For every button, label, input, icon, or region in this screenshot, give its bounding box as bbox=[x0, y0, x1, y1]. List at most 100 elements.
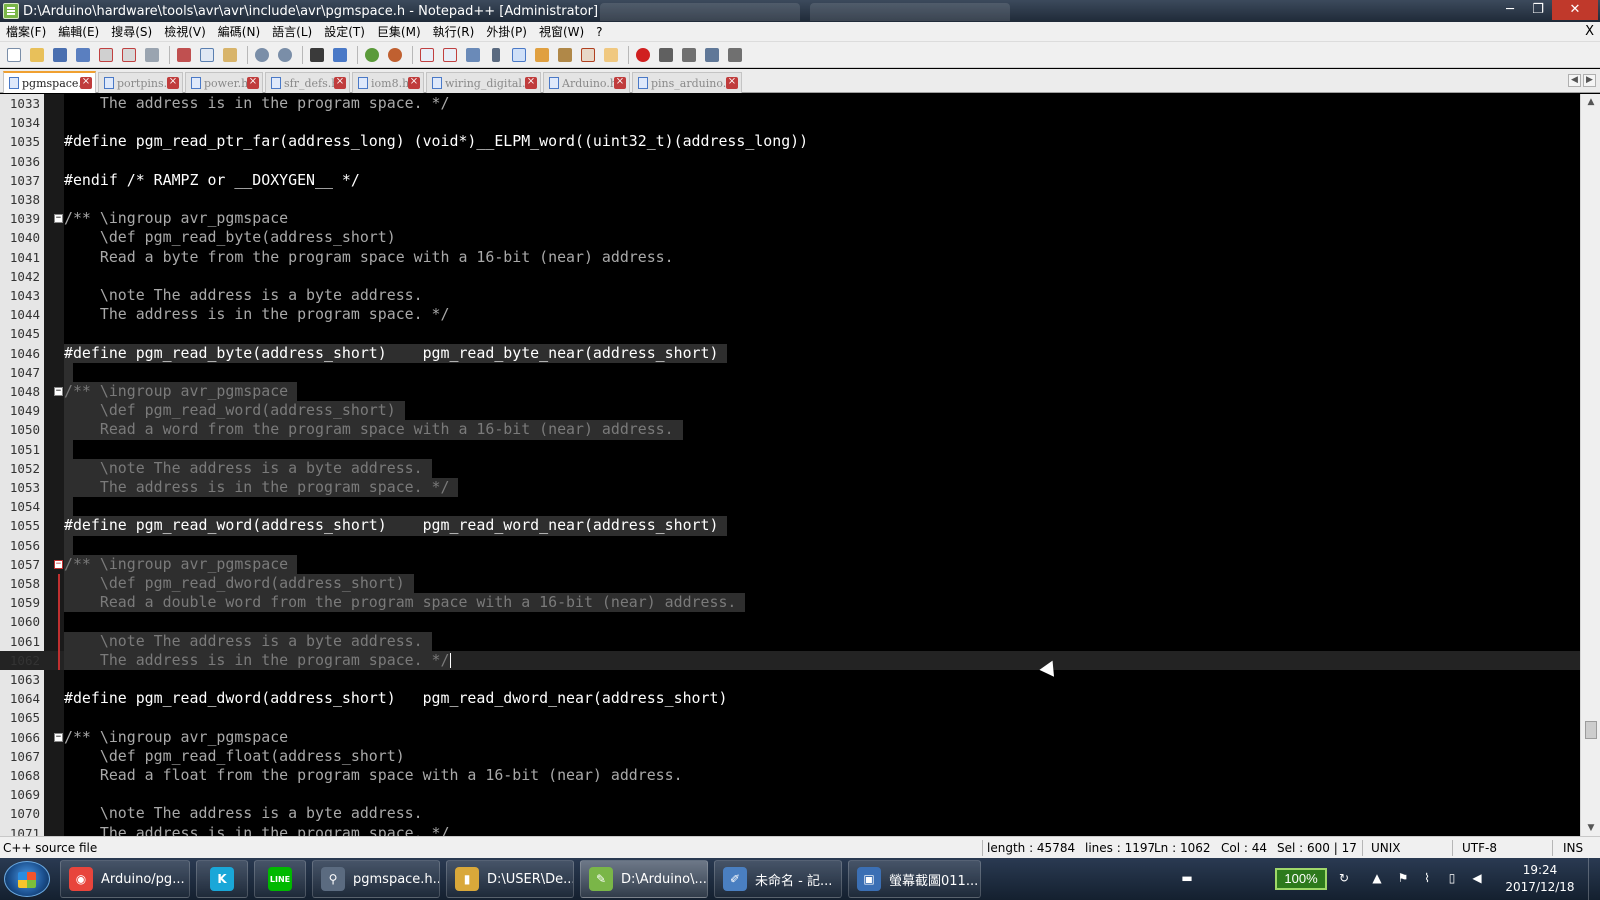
copy-icon[interactable] bbox=[197, 45, 217, 65]
menu-encoding[interactable]: 編碼(N) bbox=[212, 22, 266, 42]
sync-vertical-icon[interactable] bbox=[417, 45, 437, 65]
minimize-button[interactable]: ─ bbox=[1496, 0, 1524, 20]
close-all-icon[interactable] bbox=[119, 45, 139, 65]
taskbar-item-notepad[interactable]: ✐ 未命名 - 記... bbox=[714, 860, 842, 898]
tab-wiring-digital[interactable]: wiring_digital.c × bbox=[426, 72, 541, 93]
code-line[interactable]: 1037 #endif /* RAMPZ or __DOXYGEN__ */ bbox=[0, 171, 1580, 190]
close-document-button[interactable]: X bbox=[1585, 22, 1594, 42]
play-macro-icon[interactable] bbox=[679, 45, 699, 65]
menu-plugins[interactable]: 外掛(P) bbox=[480, 22, 533, 42]
menu-macro[interactable]: 巨集(M) bbox=[371, 22, 427, 42]
scrollbar-thumb[interactable] bbox=[1585, 721, 1597, 739]
code-line[interactable]: 1041 Read a byte from the program space … bbox=[0, 248, 1580, 267]
replace-icon[interactable] bbox=[330, 45, 350, 65]
code-line[interactable]: 1033 The address is in the program space… bbox=[0, 94, 1580, 113]
code-line[interactable]: 1044 The address is in the program space… bbox=[0, 305, 1580, 324]
tab-pins-arduino[interactable]: pins_arduino.h × bbox=[632, 72, 742, 93]
new-file-icon[interactable] bbox=[4, 45, 24, 65]
code-line[interactable]: 1035 #define pgm_read_ptr_far(address_lon… bbox=[0, 132, 1580, 151]
paste-icon[interactable] bbox=[220, 45, 240, 65]
code-line[interactable]: 1040 \def pgm_read_byte(address_short) bbox=[0, 228, 1580, 247]
taskbar-item-chrome[interactable]: ◉ Arduino/pg... bbox=[60, 860, 190, 898]
document-map-icon[interactable] bbox=[555, 45, 575, 65]
code-line[interactable]: 1058 \def pgm_read_dword(address_short) bbox=[0, 574, 1580, 594]
code-line[interactable]: 1039 −/** \ingroup avr_pgmspace bbox=[0, 209, 1580, 228]
tab-arduino-h[interactable]: Arduino.h × bbox=[543, 72, 630, 93]
code-line[interactable]: 1071 The address is in the program space… bbox=[0, 824, 1580, 836]
tab-portpins[interactable]: portpins.h × bbox=[98, 72, 183, 93]
code-line[interactable]: 1070 \note The address is a byte address… bbox=[0, 804, 1580, 823]
function-list-icon[interactable] bbox=[578, 45, 598, 65]
close-file-icon[interactable] bbox=[96, 45, 116, 65]
code-line[interactable]: 1064 #define pgm_read_dword(address_short… bbox=[0, 689, 1580, 708]
code-line[interactable]: 1069 bbox=[0, 785, 1580, 804]
code-line[interactable]: 1047 bbox=[0, 362, 1580, 382]
tab-scroll-right-icon[interactable]: ▶ bbox=[1583, 74, 1596, 87]
stop-macro-icon[interactable] bbox=[656, 45, 676, 65]
cut-icon[interactable] bbox=[174, 45, 194, 65]
code-line[interactable]: 1043 \note The address is a byte address… bbox=[0, 286, 1580, 305]
menu-edit[interactable]: 編輯(E) bbox=[52, 22, 105, 42]
fold-toggle-icon[interactable]: − bbox=[54, 732, 63, 742]
taskbar-item-folder[interactable]: ▮ D:\USER\De... bbox=[446, 860, 574, 898]
indent-guide-icon[interactable] bbox=[509, 45, 529, 65]
play-multiple-macro-icon[interactable] bbox=[702, 45, 722, 65]
fold-toggle-icon[interactable]: − bbox=[54, 559, 63, 569]
tab-power[interactable]: power.h × bbox=[185, 72, 263, 93]
code-line[interactable]: 1056 bbox=[0, 535, 1580, 555]
close-tab-icon[interactable]: × bbox=[80, 77, 92, 89]
code-line[interactable]: 1042 bbox=[0, 267, 1580, 286]
show-hidden-icons-icon[interactable]: ▲ bbox=[1370, 871, 1384, 885]
menu-window[interactable]: 視窗(W) bbox=[533, 22, 590, 42]
code-line[interactable]: 1062 The address is in the program space… bbox=[0, 650, 1580, 670]
undo-icon[interactable] bbox=[252, 45, 272, 65]
code-line[interactable]: 1067 \def pgm_read_float(address_short) bbox=[0, 747, 1580, 766]
taskbar-item-notepadpp[interactable]: ✎ D:\Arduino\... bbox=[580, 860, 708, 898]
code-line[interactable]: 1061 \note The address is a byte address… bbox=[0, 631, 1580, 651]
menu-view[interactable]: 檢視(V) bbox=[158, 22, 212, 42]
menu-language[interactable]: 語言(L) bbox=[266, 22, 318, 42]
battery-tray-icon[interactable]: ▯ bbox=[1445, 871, 1459, 885]
taskbar-item-k-app[interactable]: K bbox=[196, 860, 248, 898]
code-line[interactable]: 1055 #define pgm_read_word(address_short)… bbox=[0, 516, 1580, 536]
scroll-down-icon[interactable]: ▼ bbox=[1581, 820, 1600, 836]
close-tab-icon[interactable]: × bbox=[167, 77, 179, 89]
menu-settings[interactable]: 設定(T) bbox=[318, 22, 371, 42]
taskbar-item-line[interactable]: LINE bbox=[254, 860, 306, 898]
close-button[interactable]: ✕ bbox=[1552, 0, 1598, 20]
volume-icon[interactable]: ◀ bbox=[1470, 871, 1484, 885]
sync-icon[interactable]: ↻ bbox=[1337, 871, 1351, 885]
save-macro-icon[interactable] bbox=[725, 45, 745, 65]
zoom-out-icon[interactable] bbox=[385, 45, 405, 65]
word-wrap-icon[interactable] bbox=[463, 45, 483, 65]
code-line[interactable]: 1057 −/** \ingroup avr_pgmspace bbox=[0, 554, 1580, 574]
start-button[interactable] bbox=[4, 861, 50, 897]
menu-file[interactable]: 檔案(F) bbox=[0, 22, 52, 42]
close-tab-icon[interactable]: × bbox=[334, 77, 346, 89]
code-line[interactable]: 1054 bbox=[0, 497, 1580, 517]
code-line[interactable]: 1034 bbox=[0, 113, 1580, 132]
close-tab-icon[interactable]: × bbox=[525, 77, 537, 89]
code-line[interactable]: 1060 bbox=[0, 612, 1580, 632]
fold-toggle-icon[interactable]: − bbox=[54, 214, 63, 224]
battery-indicator[interactable]: 100% bbox=[1275, 868, 1327, 890]
menu-help[interactable]: ? bbox=[590, 22, 608, 42]
code-line[interactable]: 1065 bbox=[0, 708, 1580, 727]
code-line[interactable]: 1038 bbox=[0, 190, 1580, 209]
code-line[interactable]: 1046 #define pgm_read_byte(address_short)… bbox=[0, 343, 1580, 363]
action-center-icon[interactable]: ⚑ bbox=[1396, 871, 1410, 885]
save-all-icon[interactable] bbox=[73, 45, 93, 65]
system-clock[interactable]: 19:24 2017/12/18 bbox=[1505, 862, 1575, 896]
keyboard-icon[interactable]: ▬ bbox=[1180, 871, 1194, 885]
redo-icon[interactable] bbox=[275, 45, 295, 65]
close-tab-icon[interactable]: × bbox=[408, 77, 420, 89]
code-line[interactable]: 1051 bbox=[0, 439, 1580, 459]
tab-scroll-left-icon[interactable]: ◀ bbox=[1568, 74, 1581, 87]
close-tab-icon[interactable]: × bbox=[726, 77, 738, 89]
code-line[interactable]: 1050 Read a word from the program space … bbox=[0, 420, 1580, 440]
show-all-chars-icon[interactable] bbox=[486, 45, 506, 65]
code-line[interactable]: 1059 Read a double word from the program… bbox=[0, 593, 1580, 613]
find-icon[interactable] bbox=[307, 45, 327, 65]
code-line[interactable]: 1063 bbox=[0, 670, 1580, 689]
show-desktop-button[interactable] bbox=[1588, 858, 1600, 900]
